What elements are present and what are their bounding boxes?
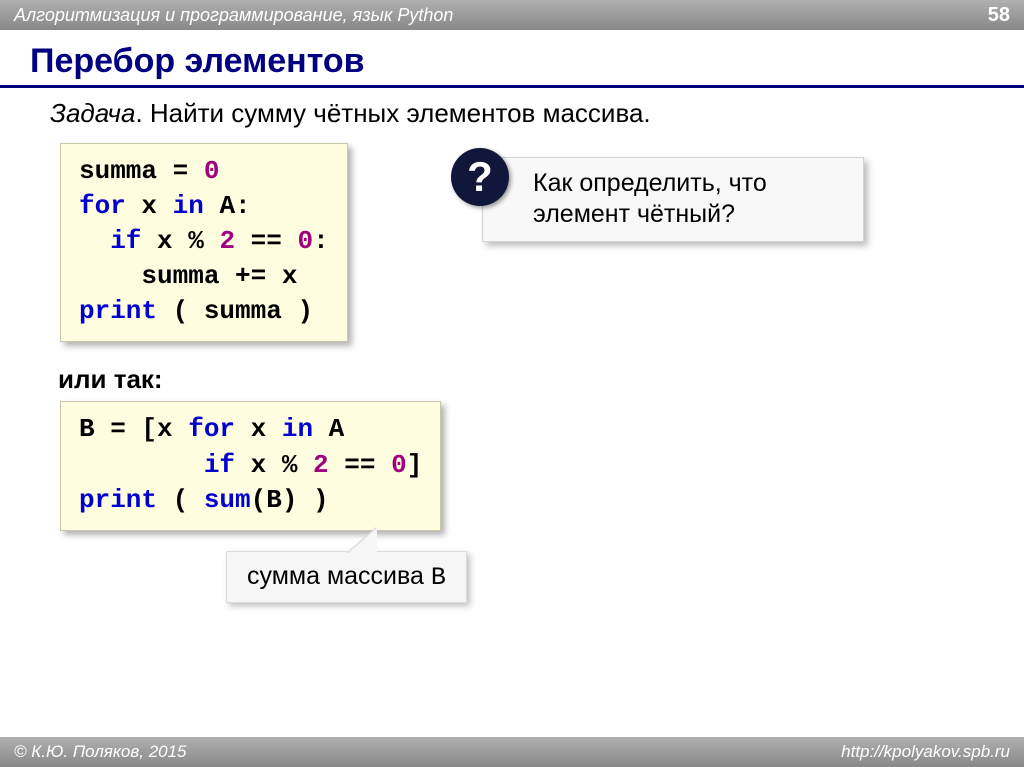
code-token: : — [313, 226, 329, 256]
code-token: summa += x — [79, 261, 297, 291]
copyright: © К.Ю. Поляков, 2015 — [14, 742, 187, 762]
code-token: ( summa ) — [157, 296, 313, 326]
code-token: 0 — [391, 450, 407, 480]
slide-title: Перебор элементов — [0, 30, 1024, 88]
content-area: Задача. Найти сумму чётных элементов мас… — [0, 98, 1024, 531]
question-mark-icon: ? — [451, 148, 509, 206]
code-token: in — [282, 414, 313, 444]
footer-bar: © К.Ю. Поляков, 2015 http://kpolyakov.sp… — [0, 737, 1024, 767]
code-token: A: — [204, 191, 251, 221]
callout-text: сумма массива — [247, 562, 431, 590]
code-token: ] — [407, 450, 423, 480]
code-token: ( — [157, 485, 204, 515]
code-token: x — [235, 414, 282, 444]
code-token: 0 — [297, 226, 313, 256]
code-token: if — [79, 450, 235, 480]
code-token: in — [173, 191, 204, 221]
course-title: Алгоритмизация и программирование, язык … — [14, 5, 453, 26]
code-token: if — [79, 226, 141, 256]
code-token: x % — [141, 226, 219, 256]
code-token: == — [235, 226, 297, 256]
code-token: 2 — [219, 226, 235, 256]
sum-callout: сумма массива B — [226, 551, 467, 603]
code-token: = — [157, 156, 204, 186]
code-token: for — [79, 191, 126, 221]
code-token: B = [x — [79, 414, 188, 444]
code-token: x — [126, 191, 173, 221]
code-token: for — [188, 414, 235, 444]
alternative-label: или так: — [58, 364, 994, 395]
callout-mono: B — [431, 563, 446, 592]
task-line: Задача. Найти сумму чётных элементов мас… — [50, 98, 994, 129]
code-token: print — [79, 485, 157, 515]
page-number: 58 — [988, 4, 1010, 27]
question-text: Как определить, что элемент чётный? — [533, 169, 767, 228]
footer-url: http://kpolyakov.spb.ru — [841, 742, 1010, 762]
code-token: summa — [79, 156, 157, 186]
code-token: (B) ) — [251, 485, 329, 515]
header-bar: Алгоритмизация и программирование, язык … — [0, 0, 1024, 30]
code-block-2: B = [x for x in A if x % 2 == 0] print (… — [60, 401, 441, 530]
task-label: Задача — [50, 98, 135, 128]
code-token: == — [329, 450, 391, 480]
code-token: x % — [235, 450, 313, 480]
code-token: A — [313, 414, 344, 444]
question-callout: ? Как определить, что элемент чётный? — [482, 157, 864, 242]
code-token: print — [79, 296, 157, 326]
code-token: sum — [204, 485, 251, 515]
code-token: 2 — [313, 450, 329, 480]
task-text: . Найти сумму чётных элементов массива. — [135, 98, 650, 128]
code-block-1: summa = 0 for x in A: if x % 2 == 0: sum… — [60, 143, 348, 342]
code-token: 0 — [204, 156, 220, 186]
